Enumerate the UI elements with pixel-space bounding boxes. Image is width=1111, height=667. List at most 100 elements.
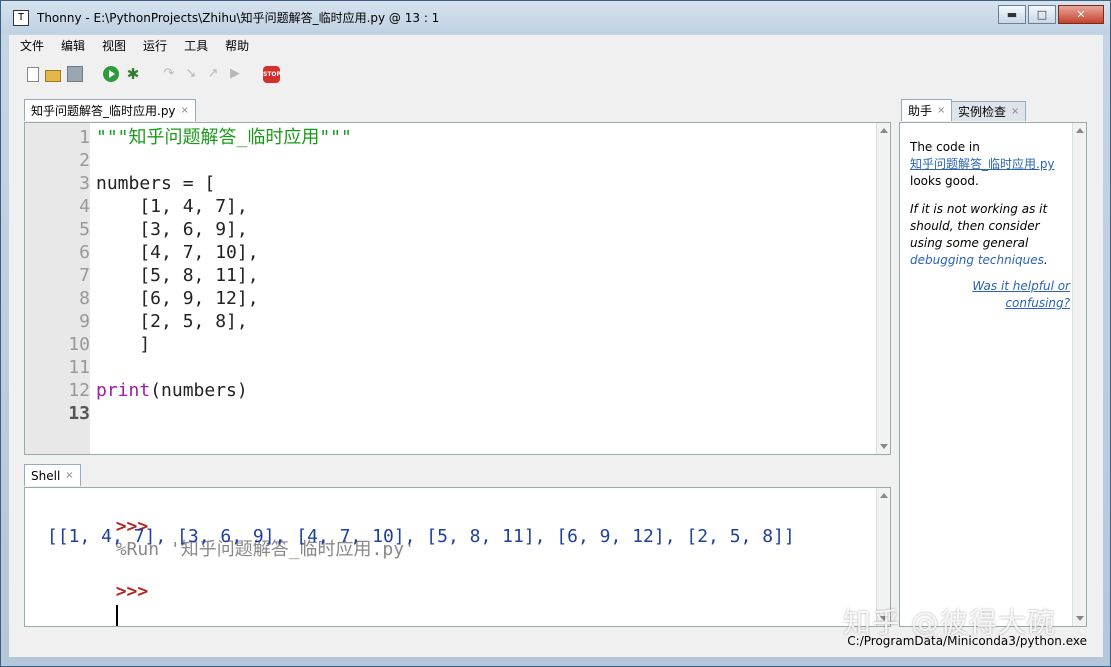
assistant-file-link[interactable]: 知乎问题解答_临时应用.py xyxy=(910,156,1070,173)
step-out-icon[interactable]: ↗ xyxy=(205,66,221,82)
code-editor[interactable]: 1 2 3 4 5 6 7 8 9 10 11 12 13 """知乎问题解答_临时应用""" numbe… xyxy=(24,122,891,455)
tab-shell[interactable]: Shell × xyxy=(24,464,81,486)
minimize-button[interactable]: ▬ xyxy=(998,5,1026,24)
code-line[interactable]: """知乎问题解答_临时应用""" xyxy=(96,126,352,149)
code-line[interactable]: numbers = [ xyxy=(96,172,215,195)
tab-shell-label: Shell xyxy=(31,468,61,483)
menu-view[interactable]: 视图 xyxy=(91,37,132,54)
line-number: 13 xyxy=(68,403,90,424)
assistant-line: looks good. xyxy=(910,174,979,188)
assistant-advice: If it is not working as it should, then … xyxy=(910,201,1070,269)
shell-prompt: >>> xyxy=(115,581,149,602)
scroll-up-icon[interactable] xyxy=(880,128,888,133)
stop-icon[interactable]: STOP xyxy=(263,65,281,83)
new-file-icon[interactable] xyxy=(27,66,39,82)
code-token: ] xyxy=(96,334,151,355)
tab-assistant-label: 助手 xyxy=(908,104,933,118)
code-token: (numbers) xyxy=(150,380,248,401)
editor-scrollbar[interactable] xyxy=(876,123,890,454)
code-token: [4, 7, 10], xyxy=(96,242,259,263)
maximize-icon: □ xyxy=(1036,8,1048,21)
menu-run[interactable]: 运行 xyxy=(132,37,173,54)
thonny-app-icon: T xyxy=(13,9,29,26)
code-token: numbers = [ xyxy=(96,173,216,194)
code-line[interactable]: [1, 4, 7], xyxy=(96,195,248,218)
debugging-techniques-link[interactable]: debugging techniques xyxy=(910,253,1044,267)
code-token: [5, 8, 11], xyxy=(96,265,259,286)
menu-file[interactable]: 文件 xyxy=(9,37,50,54)
docstring-token: """知乎问题解答_临时应用""" xyxy=(96,127,352,148)
tab-close-icon[interactable]: × xyxy=(1011,106,1019,117)
save-icon[interactable] xyxy=(67,66,83,82)
assistant-message: The code in 知乎问题解答_临时应用.py looks good. xyxy=(910,139,1070,190)
shell-panel[interactable]: >>> %Run '知乎问题解答_临时应用.py' [[1, 4, 7], [3… xyxy=(24,487,891,627)
maximize-button[interactable]: □ xyxy=(1028,5,1056,24)
tab-editor-file[interactable]: 知乎问题解答_临时应用.py × xyxy=(24,99,196,121)
debug-icon[interactable]: ✱ xyxy=(125,66,141,82)
close-icon: ✕ xyxy=(1076,8,1086,21)
line-number: 2 xyxy=(79,150,90,171)
toolbar: ✱ ↷ ↘ ↗ ▶ STOP xyxy=(9,55,1103,93)
app-window: T Thonny - E:\PythonProjects\Zhihu\知乎问题解… xyxy=(0,0,1111,667)
shell-output: [[1, 4, 7], [3, 6, 9], [4, 7, 10], [5, 8… xyxy=(47,526,795,547)
tab-editor-file-label: 知乎问题解答_临时应用.py xyxy=(31,104,176,118)
main-content: 知乎问题解答_临时应用.py × 1 2 3 4 5 6 7 8 9 10 11 12 13 """知乎… xyxy=(9,93,1103,627)
open-file-icon[interactable] xyxy=(45,69,61,82)
assistant-line: The code in xyxy=(910,140,980,154)
tab-assistant[interactable]: 助手 × xyxy=(901,99,953,121)
tab-close-icon[interactable]: × xyxy=(181,105,189,116)
code-line[interactable]: print(numbers) xyxy=(96,379,248,402)
code-line[interactable]: [4, 7, 10], xyxy=(96,241,259,264)
tab-object-inspector[interactable]: 实例检查 × xyxy=(951,101,1027,121)
text-cursor xyxy=(115,604,118,626)
assistant-scrollbar[interactable] xyxy=(1072,123,1086,626)
tab-close-icon[interactable]: × xyxy=(937,105,945,116)
line-number: 11 xyxy=(68,357,90,378)
menu-edit[interactable]: 编辑 xyxy=(50,37,91,54)
builtin-token: print xyxy=(96,380,151,401)
assistant-italic-line: using some general xyxy=(910,236,1029,250)
code-line[interactable]: [3, 6, 9], xyxy=(96,218,248,241)
assistant-italic-line: should, then consider xyxy=(910,219,1040,233)
scroll-up-icon[interactable] xyxy=(880,493,888,498)
code-token: [3, 6, 9], xyxy=(96,219,248,240)
scroll-down-icon[interactable] xyxy=(1076,616,1084,621)
line-number: 5 xyxy=(79,219,90,240)
code-line[interactable]: [2, 5, 8], xyxy=(96,310,247,333)
assistant-italic-line: If it is not working as it xyxy=(910,202,1048,216)
code-line[interactable]: [5, 8, 11], xyxy=(96,264,259,287)
tab-object-inspector-label: 实例检查 xyxy=(958,105,1007,119)
feedback-link[interactable]: confusing? xyxy=(910,295,1070,312)
line-number: 3 xyxy=(79,173,90,194)
minimize-icon: ▬ xyxy=(1006,8,1018,21)
code-line[interactable]: [6, 9, 12], xyxy=(96,287,259,310)
menu-tools[interactable]: 工具 xyxy=(173,37,214,54)
shell-input-line[interactable]: >>> xyxy=(29,557,148,626)
line-number: 6 xyxy=(79,242,90,263)
scroll-up-icon[interactable] xyxy=(1076,128,1084,133)
close-button[interactable]: ✕ xyxy=(1058,5,1104,24)
window-controls: ▬ □ ✕ xyxy=(996,5,1104,24)
line-number: 12 xyxy=(68,380,90,401)
feedback-link[interactable]: Was it helpful or xyxy=(910,278,1070,295)
menu-bar: 文件 编辑 视图 运行 工具 帮助 xyxy=(9,35,1103,55)
code-line[interactable]: ] xyxy=(96,333,150,356)
assistant-italic-line: debugging techniques. xyxy=(910,252,1070,269)
menu-help[interactable]: 帮助 xyxy=(214,37,255,54)
code-area[interactable]: """知乎问题解答_临时应用""" numbers = [ [1, 4, 7], … xyxy=(90,123,876,454)
code-token: [1, 4, 7], xyxy=(96,196,248,217)
step-into-icon[interactable]: ↘ xyxy=(183,66,199,82)
assistant-panel: The code in 知乎问题解答_临时应用.py looks good. I… xyxy=(899,122,1087,627)
line-number: 4 xyxy=(79,196,90,217)
line-number: 10 xyxy=(68,334,90,355)
line-number: 7 xyxy=(79,265,90,286)
scroll-down-icon[interactable] xyxy=(880,444,888,449)
line-number-gutter: 1 2 3 4 5 6 7 8 9 10 11 12 13 xyxy=(25,123,90,454)
run-icon[interactable] xyxy=(103,66,119,82)
title-bar[interactable]: T Thonny - E:\PythonProjects\Zhihu\知乎问题解… xyxy=(1,1,1110,34)
tab-close-icon[interactable]: × xyxy=(65,470,73,481)
code-token: [6, 9, 12], xyxy=(96,288,259,309)
watermark: 知乎 @彼得大碗 xyxy=(843,606,1056,639)
step-over-icon[interactable]: ↷ xyxy=(161,66,177,82)
resume-icon[interactable]: ▶ xyxy=(227,66,243,82)
